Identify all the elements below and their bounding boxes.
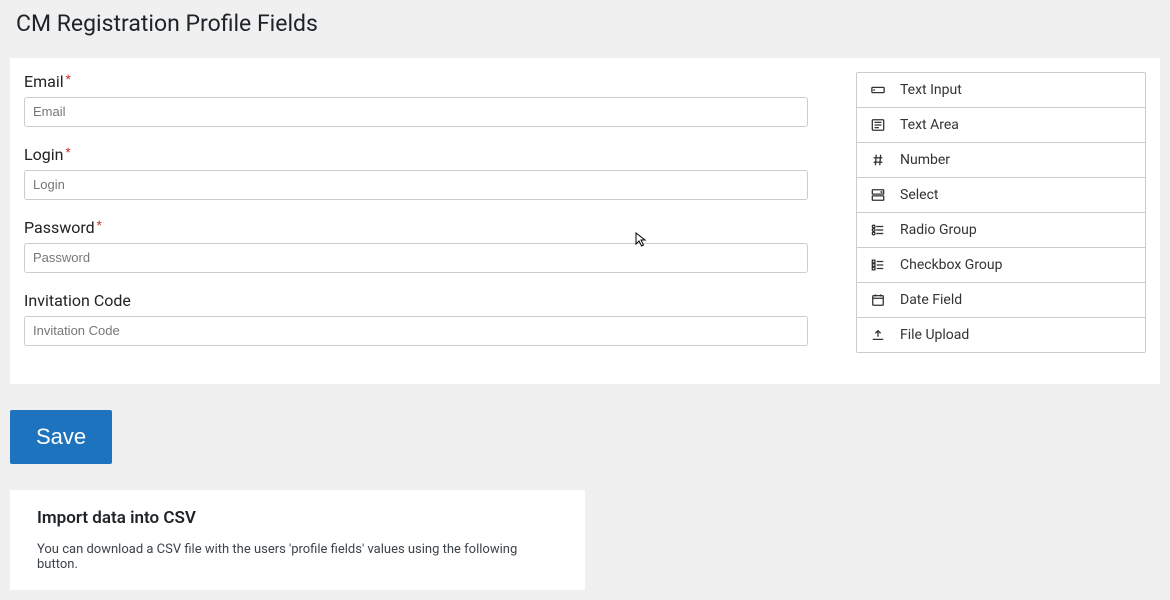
required-indicator: * <box>97 218 102 232</box>
invitation-code-input[interactable] <box>24 316 808 346</box>
checkbox-group-icon <box>870 257 886 273</box>
text-area-icon <box>870 117 886 133</box>
text-input-icon <box>870 82 886 98</box>
field-label: Login* <box>24 145 808 164</box>
field-type-file-upload[interactable]: File Upload <box>857 318 1145 352</box>
page-title: CM Registration Profile Fields <box>0 0 1170 43</box>
field-group-invitation-code: Invitation Code <box>24 291 808 346</box>
field-type-date[interactable]: Date Field <box>857 283 1145 318</box>
field-type-label: Text Input <box>900 82 962 98</box>
login-input[interactable] <box>24 170 808 200</box>
select-icon <box>870 187 886 203</box>
field-group-login: Login* <box>24 145 808 200</box>
field-type-label: Text Area <box>900 117 959 133</box>
field-group-password: Password* <box>24 218 808 273</box>
radio-group-icon <box>870 222 886 238</box>
required-indicator: * <box>66 72 71 86</box>
upload-icon <box>870 327 886 343</box>
date-icon <box>870 292 886 308</box>
field-type-label: Date Field <box>900 292 962 308</box>
password-input[interactable] <box>24 243 808 273</box>
import-title: Import data into CSV <box>37 508 558 528</box>
form-panel: Email* Login* Password* Invitation Code <box>10 58 1160 384</box>
field-types-list: Text Input Text Area Number Select <box>856 72 1146 353</box>
field-type-label: Checkbox Group <box>900 257 1003 273</box>
form-fields-column: Email* Login* Password* Invitation Code <box>24 72 808 364</box>
field-label-text: Invitation Code <box>24 291 131 310</box>
field-type-radio-group[interactable]: Radio Group <box>857 213 1145 248</box>
import-description: You can download a CSV file with the use… <box>37 542 558 572</box>
field-type-label: Select <box>900 187 938 203</box>
field-types-column: Text Input Text Area Number Select <box>856 72 1146 364</box>
field-label-text: Password <box>24 218 95 237</box>
save-button[interactable]: Save <box>10 410 112 464</box>
email-input[interactable] <box>24 97 808 127</box>
field-label: Password* <box>24 218 808 237</box>
field-label-text: Login <box>24 145 63 164</box>
field-type-text-area[interactable]: Text Area <box>857 108 1145 143</box>
field-type-label: Number <box>900 152 950 168</box>
field-label: Invitation Code <box>24 291 808 310</box>
number-icon <box>870 152 886 168</box>
field-type-checkbox-group[interactable]: Checkbox Group <box>857 248 1145 283</box>
field-type-number[interactable]: Number <box>857 143 1145 178</box>
required-indicator: * <box>65 145 70 159</box>
field-type-label: Radio Group <box>900 222 977 238</box>
field-label-text: Email <box>24 72 64 91</box>
import-panel: Import data into CSV You can download a … <box>10 490 585 590</box>
field-label: Email* <box>24 72 808 91</box>
field-type-text-input[interactable]: Text Input <box>857 73 1145 108</box>
field-type-label: File Upload <box>900 327 969 343</box>
field-type-select[interactable]: Select <box>857 178 1145 213</box>
field-group-email: Email* <box>24 72 808 127</box>
